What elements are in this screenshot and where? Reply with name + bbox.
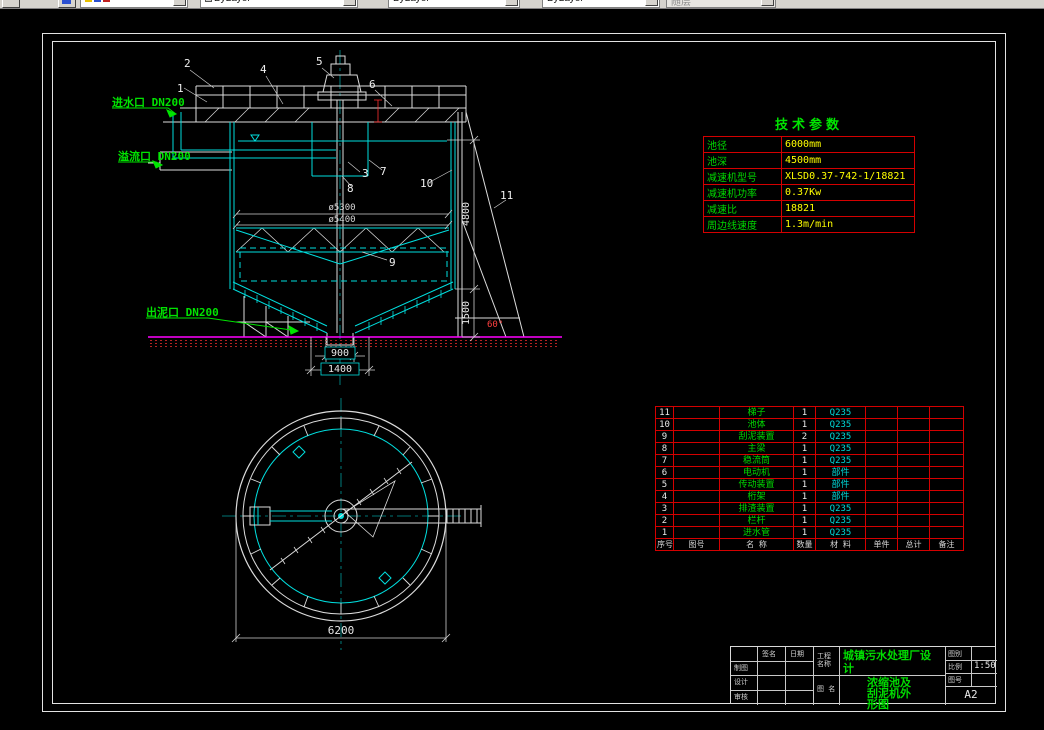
- table-row: 9 刮泥装置 2 Q235: [655, 430, 964, 443]
- checker-label: 审核: [734, 693, 748, 701]
- lineweight-combo[interactable]: ByLayer ▼: [542, 0, 660, 8]
- pipe-label-leaders: [112, 107, 300, 335]
- sludge-label: 出泥口 DN200: [146, 306, 219, 319]
- callout-9: 9: [389, 256, 396, 269]
- drawing-name-label: 图 名: [817, 685, 836, 693]
- table-row: 6 电动机 1 部件: [655, 466, 964, 479]
- project-name: 城镇污水处理厂设计: [843, 649, 931, 675]
- linetype-combo[interactable]: ByLayer ▼: [388, 0, 520, 8]
- table-row: 池深 4500mm: [703, 152, 915, 169]
- layer-lock-icon: [94, 0, 101, 2]
- table-row: 减速机型号 XLSD0.37-742-1/18821: [703, 168, 915, 185]
- category-label: 图别: [948, 650, 962, 658]
- table-row: 11 梯子 1 Q235: [655, 406, 964, 419]
- callout-8: 8: [347, 182, 354, 195]
- dim-dia-inner: ø5300: [328, 203, 355, 213]
- tech-parameters-panel: 技术参数 池径 6000mm 池深 4500mm 减速机型号 XLSD0.37-742…: [703, 114, 915, 233]
- toolbar-button[interactable]: [2, 0, 20, 8]
- callout-2: 2: [184, 57, 191, 70]
- make-layer-current-button[interactable]: [58, 0, 76, 8]
- param-label: 池深: [703, 152, 782, 169]
- param-value: 4500mm: [781, 152, 915, 169]
- dim-pit-width: 900: [331, 348, 349, 359]
- table-row: 减速机功率 0.37Kw: [703, 184, 915, 201]
- title-block: 签名 日期 制图 设计 审核 工程名称 图 名 城镇污水处理厂设计 浓缩池及刮泥…: [730, 646, 997, 710]
- table-row: 3 排渣装置 1 Q235: [655, 502, 964, 515]
- inlet-label: 进水口 DN200: [112, 96, 185, 109]
- param-label: 减速比: [703, 200, 782, 217]
- table-row: 池径 6000mm: [703, 136, 915, 153]
- table-row: 2 栏杆 1 Q235: [655, 514, 964, 527]
- parts-list-panel: 11 梯子 1 Q235 10 池体 1 Q235 9 刮泥装置 2 Q235 8 主梁 1 Q235 …: [655, 406, 964, 551]
- param-label: 减速机功率: [703, 184, 782, 201]
- param-value: 6000mm: [781, 136, 915, 153]
- dim-cone-height: 1500: [461, 301, 472, 325]
- dim-depth-main: 4800: [461, 202, 472, 226]
- ground-hatch: [150, 340, 560, 347]
- dim-dia-outer: ø5400: [328, 215, 355, 225]
- number-label: 图号: [948, 676, 962, 684]
- param-value: 0.37Kw: [781, 184, 915, 201]
- dim-base-width: 1400: [328, 364, 352, 375]
- table-row: 5 传动装置 1 部件: [655, 478, 964, 491]
- callout-3: 3: [362, 167, 369, 180]
- layer-state-icon: [85, 0, 92, 2]
- drawing-name: 浓缩池及刮泥机外形图: [867, 676, 911, 711]
- chevron-down-icon[interactable]: ▼: [505, 0, 518, 6]
- scale-label: 比例: [948, 663, 962, 671]
- plotstyle-value: 随层: [671, 0, 691, 8]
- designer-label: 设计: [734, 678, 748, 686]
- table-row: 周边线速度 1.3m/min: [703, 216, 915, 233]
- table-row: 8 主梁 1 Q235: [655, 442, 964, 455]
- overflow-label: 溢流口 DN200: [118, 150, 191, 163]
- callout-10: 10: [420, 177, 433, 190]
- level-mark: [374, 99, 382, 123]
- date-col-label: 日期: [790, 650, 804, 658]
- param-label: 池径: [703, 136, 782, 153]
- parts-header-row: 序号 图号名 称数量材 料单件 总计 备注: [655, 538, 964, 551]
- color-combo[interactable]: ByLayer ▼: [200, 0, 358, 8]
- color-swatch-icon: [205, 0, 212, 2]
- param-value: 18821: [781, 200, 915, 217]
- chevron-down-icon[interactable]: ▼: [343, 0, 356, 6]
- callout-7: 7: [380, 165, 387, 178]
- chevron-down-icon[interactable]: ▼: [173, 0, 186, 6]
- callout-5: 5: [316, 55, 323, 68]
- sheet-size: A2: [964, 688, 978, 701]
- linetype-value: ByLayer: [393, 0, 430, 4]
- scale-value: 1:50: [974, 661, 996, 671]
- chevron-down-icon[interactable]: ▼: [645, 0, 658, 6]
- table-row: 7 稳流筒 1 Q235: [655, 454, 964, 467]
- lineweight-value: ByLayer: [547, 0, 584, 4]
- param-value: XLSD0.37-742-1/18821: [781, 168, 915, 185]
- cad-application-window: ▼ ByLayer ▼ ByLayer ▼ ByLayer ▼ 随层 ▼: [0, 0, 1044, 730]
- drafter-label: 制图: [734, 664, 748, 672]
- param-label: 周边线速度: [703, 216, 782, 233]
- table-row: 1 进水管 1 Q235: [655, 526, 964, 539]
- callout-4: 4: [260, 63, 267, 76]
- layer-icon: [62, 0, 71, 4]
- layer-combo[interactable]: ▼: [80, 0, 188, 8]
- callout-11: 11: [500, 189, 513, 202]
- param-value: 1.3m/min: [781, 216, 915, 233]
- project-name-label: 工程名称: [817, 652, 831, 668]
- tech-parameters-table: 池径 6000mm 池深 4500mm 减速机型号 XLSD0.37-742-1/18…: [703, 136, 915, 233]
- dim-slope-angle: 60°: [487, 320, 503, 330]
- dim-plan-diameter: 6200: [328, 624, 355, 637]
- parts-list-table: 11 梯子 1 Q235 10 池体 1 Q235 9 刮泥装置 2 Q235 8 主梁 1 Q235 …: [655, 406, 964, 551]
- layer-color-icon: [103, 0, 110, 2]
- param-label: 减速机型号: [703, 168, 782, 185]
- plotstyle-combo: 随层 ▼: [666, 0, 776, 8]
- table-row: 10 池体 1 Q235: [655, 418, 964, 431]
- sign-col-label: 签名: [762, 650, 776, 658]
- tech-parameters-title: 技术参数: [774, 118, 843, 133]
- object-properties-toolbar: ▼ ByLayer ▼ ByLayer ▼ ByLayer ▼ 随层 ▼: [0, 0, 1044, 9]
- table-row: 4 桁架 1 部件: [655, 490, 964, 503]
- table-row: 减速比 18821: [703, 200, 915, 217]
- color-value: ByLayer: [214, 0, 251, 4]
- callout-6: 6: [369, 78, 376, 91]
- chevron-down-icon: ▼: [761, 0, 774, 6]
